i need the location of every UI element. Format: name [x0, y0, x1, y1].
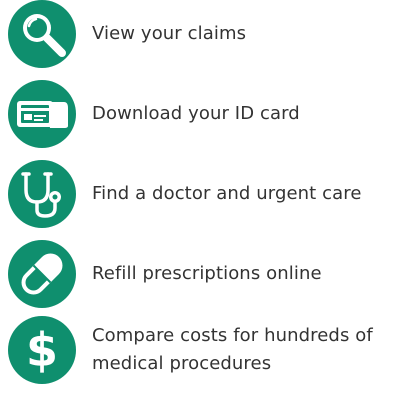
feature-label: Compare costs for hundreds of medical pr…: [92, 325, 373, 374]
feature-refill-prescriptions[interactable]: Refill prescriptions online: [8, 240, 322, 308]
pill-icon: [8, 240, 76, 308]
svg-text:$: $: [26, 323, 58, 377]
feature-label: Find a doctor and urgent care: [92, 183, 362, 204]
id-card-icon: [8, 80, 76, 148]
feature-label: View your claims: [92, 23, 247, 44]
dollar-icon: $: [8, 316, 76, 384]
feature-find-doctor[interactable]: Find a doctor and urgent care: [8, 160, 362, 228]
feature-download-id-card[interactable]: Download your ID card: [8, 80, 300, 148]
feature-label: Refill prescriptions online: [92, 263, 322, 284]
magnifier-icon: [8, 0, 76, 68]
feature-list: View your claims Download your ID card F…: [0, 0, 398, 402]
feature-view-claims[interactable]: View your claims: [8, 0, 246, 68]
feature-label: Download your ID card: [92, 103, 300, 124]
stethoscope-icon: [8, 160, 76, 228]
feature-compare-costs[interactable]: $ Compare costs for hundreds of medical …: [8, 316, 392, 384]
